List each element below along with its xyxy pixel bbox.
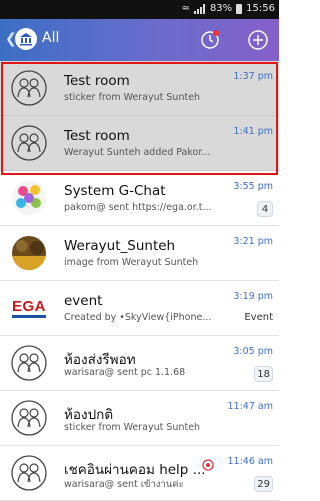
chat-row-report-room[interactable]: ห้องส่งรีพอท warisara@ sent pc 1.1.68 3:… xyxy=(0,336,279,391)
location-pin-icon xyxy=(202,459,214,471)
chat-preview: image from Werayut Sunteh xyxy=(64,257,199,268)
chat-name: Werayut_Sunteh xyxy=(64,238,176,254)
chat-time: 3:05 pm xyxy=(233,346,273,357)
home-icon[interactable] xyxy=(15,28,37,50)
group-avatar-icon xyxy=(11,125,47,161)
chat-row-werayut-sunteh[interactable]: Werayut_Sunteh image from Werayut Sunteh… xyxy=(0,226,279,281)
wifi-icon: ≈ xyxy=(181,3,190,14)
chat-row-event[interactable]: EGA event Created by •SkyView{iPhone... … xyxy=(0,281,279,336)
chat-preview: Created by •SkyView{iPhone... xyxy=(64,312,212,323)
chat-preview: warisara@ sent เข้างานค่ะ xyxy=(64,479,184,490)
battery-percent: 83% xyxy=(209,3,233,14)
unread-badge: 18 xyxy=(254,366,273,382)
system-g-chat-avatar xyxy=(12,181,46,215)
chat-preview: sticker from Werayut Sunteh xyxy=(64,422,201,433)
chat-preview: warisara@ sent pc 1.1.68 xyxy=(64,367,186,378)
group-avatar-icon xyxy=(11,455,47,491)
chat-row-normal-room[interactable]: ห้องปกติ sticker from Werayut Sunteh 11:… xyxy=(0,391,279,446)
app-bar: ❮ All xyxy=(0,19,279,61)
chat-name: System G-Chat xyxy=(64,183,166,199)
unread-badge: 4 xyxy=(257,201,273,217)
chat-time: 11:47 am xyxy=(227,401,273,412)
signal-icon xyxy=(193,3,206,14)
event-tag: Event xyxy=(244,312,273,323)
ega-logo: EGA xyxy=(10,289,48,327)
chat-preview: Werayut Sunteh added Pakor... xyxy=(64,147,211,158)
chat-name: Test room xyxy=(64,128,130,144)
chat-name: event xyxy=(64,293,103,309)
chat-time: 1:41 pm xyxy=(233,126,273,137)
chat-time: 11:46 am xyxy=(227,456,273,467)
chat-time: 3:55 pm xyxy=(233,181,273,192)
recent-clock-icon[interactable] xyxy=(199,29,221,51)
chat-time: 1:37 pm xyxy=(233,71,273,82)
status-bar: ≈ 83% 15:56 xyxy=(0,0,279,19)
chat-time: 3:21 pm xyxy=(233,236,273,247)
battery-icon xyxy=(236,3,243,14)
chat-row-system-g-chat[interactable]: System G-Chat pakom@ sent https://ega.or… xyxy=(0,171,279,226)
header-title[interactable]: All xyxy=(42,30,59,46)
chat-list: Test room sticker from Werayut Sunteh 1:… xyxy=(0,61,279,501)
chat-preview: pakom@ sent https://ega.or.t... xyxy=(64,202,212,213)
group-avatar-icon xyxy=(11,70,47,106)
chat-preview: sticker from Werayut Sunteh xyxy=(64,92,201,103)
chat-row-test-room-2[interactable]: Test room Werayut Sunteh added Pakor... … xyxy=(0,116,279,171)
unread-badge: 29 xyxy=(254,476,273,492)
add-icon[interactable] xyxy=(247,29,269,51)
chat-name: Test room xyxy=(64,73,130,89)
user-avatar xyxy=(12,236,46,270)
group-avatar-icon xyxy=(11,400,47,436)
chat-row-test-room-1[interactable]: Test room sticker from Werayut Sunteh 1:… xyxy=(0,61,279,116)
clock: 15:56 xyxy=(246,3,275,14)
chat-time: 3:19 pm xyxy=(233,291,273,302)
group-avatar-icon xyxy=(11,345,47,381)
